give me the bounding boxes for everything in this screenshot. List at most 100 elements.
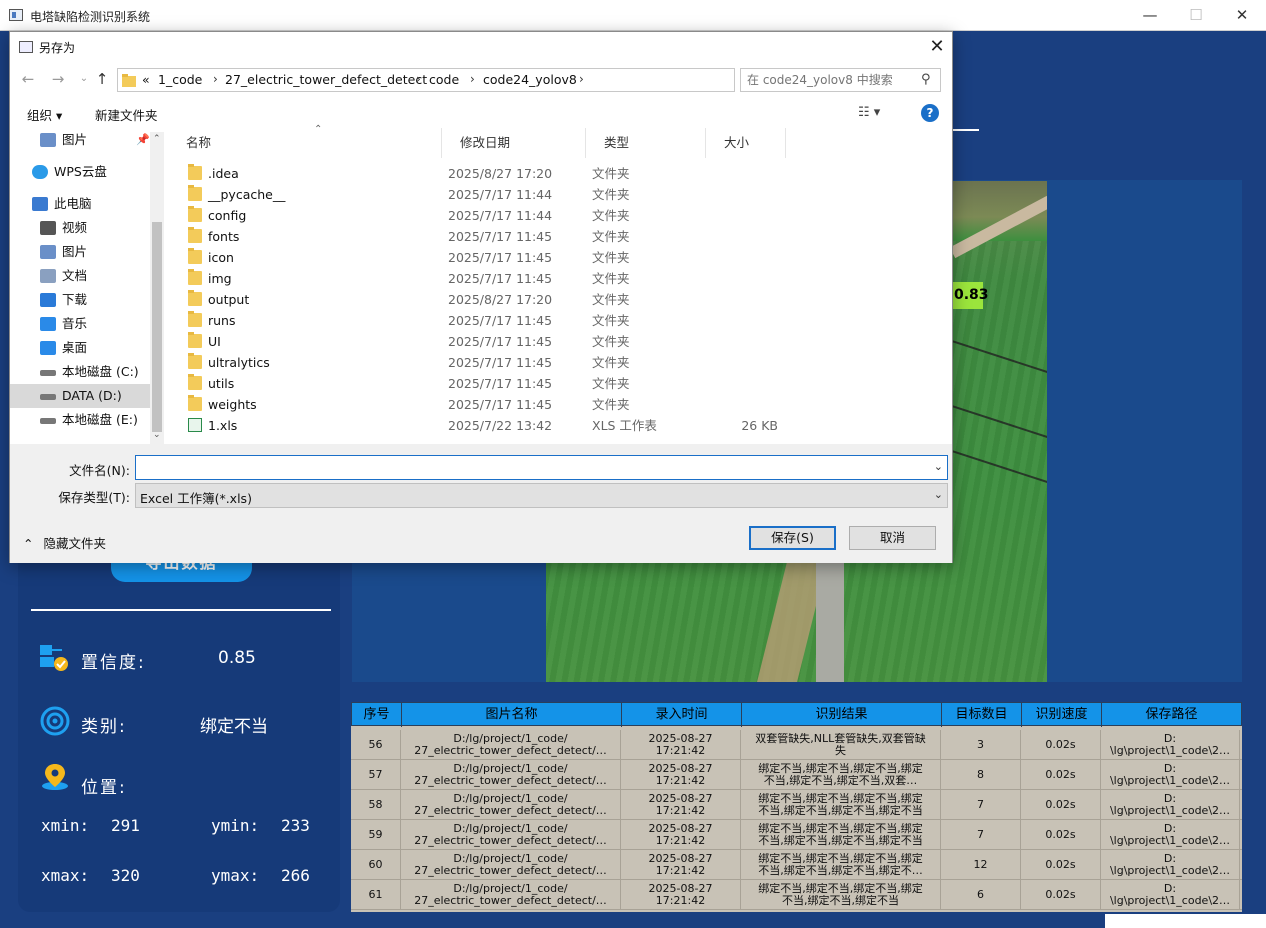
column-modified-date[interactable]: 修改日期 (442, 128, 586, 158)
table-row[interactable]: 60 D:/lg/project/1_code/27_electric_tower… (351, 850, 1242, 880)
file-list-item[interactable]: 1.xls 2025/7/22 13:42 XLS 工作表 26 KB (184, 415, 784, 436)
table-row[interactable]: 58 D:/lg/project/1_code/27_electric_tower… (351, 790, 1242, 820)
breadcrumb-1-code[interactable]: 1_code (158, 72, 202, 87)
cell-time-line: 17:21:42 (655, 865, 706, 877)
nav-item[interactable]: 图片 (10, 240, 150, 264)
cell-count: 7 (941, 790, 1021, 820)
scrollbar-thumb[interactable] (152, 222, 162, 432)
folder-icon (188, 374, 202, 390)
col-header-image-name[interactable]: 图片名称 (402, 703, 622, 727)
file-list-item[interactable]: .idea 2025/8/27 17:20 文件夹 (184, 163, 784, 184)
panel-divider (31, 609, 331, 611)
search-input[interactable] (747, 72, 917, 88)
search-box[interactable]: ⚲ (740, 68, 941, 92)
chevron-down-icon[interactable]: ⌄ (934, 460, 943, 473)
cell-count: 7 (941, 820, 1021, 850)
file-list-item[interactable]: runs 2025/7/17 11:45 文件夹 (184, 310, 784, 331)
cell-time: 2025-08-27 17:21:42 (621, 880, 741, 910)
view-options-icon[interactable]: ☷ ▾ (858, 105, 880, 120)
maximize-button[interactable]: ☐ (1182, 4, 1210, 26)
nav-item[interactable]: DATA (D:) (10, 384, 150, 408)
file-list-item[interactable]: __pycache__ 2025/7/17 11:44 文件夹 (184, 184, 784, 205)
folder-icon (188, 395, 202, 411)
file-list-item[interactable]: icon 2025/7/17 11:45 文件夹 (184, 247, 784, 268)
navigation-pane[interactable]: 图片 📌 WPS云盘此电脑 视频 图片 文档 下载 音乐 桌面 本地磁盘 (C:) DATA (D:… (10, 128, 164, 443)
close-button[interactable]: ✕ (1228, 4, 1256, 26)
results-table[interactable]: 序号 图片名称 录入时间 识别结果 目标数目 识别速度 保存路径 56 D:/lg… (351, 702, 1242, 912)
back-arrow-icon[interactable]: ← (18, 69, 38, 89)
cell-count: 12 (941, 850, 1021, 880)
recent-dropdown-icon[interactable]: ⌄ (74, 69, 94, 89)
breadcrumb-code[interactable]: code (429, 72, 459, 87)
scroll-up-icon[interactable]: ⌃ (153, 134, 161, 144)
breadcrumb-chevron-icon[interactable]: › (416, 72, 421, 86)
file-list-item[interactable]: weights 2025/7/17 11:45 文件夹 (184, 394, 784, 415)
save-button[interactable]: 保存(S) (749, 526, 836, 550)
nav-item[interactable]: 下载 (10, 288, 150, 312)
col-header-path[interactable]: 保存路径 (1102, 703, 1241, 727)
file-type: 文件夹 (592, 166, 630, 181)
hide-folders-toggle[interactable]: ⌃ 隐藏文件夹 (23, 533, 106, 552)
pin-icon[interactable]: 📌 (136, 128, 150, 152)
nav-item[interactable]: 图片 📌 (10, 128, 150, 152)
breadcrumb-overflow[interactable]: « (142, 72, 150, 87)
col-header-result[interactable]: 识别结果 (742, 703, 942, 727)
breadcrumb-code24-yolov8[interactable]: code24_yolov8 (483, 72, 577, 87)
nav-item[interactable]: 此电脑 (10, 192, 150, 216)
nav-item[interactable]: WPS云盘 (10, 160, 150, 184)
breadcrumb-project[interactable]: 27_electric_tower_defect_detect (225, 72, 427, 87)
cell-image-name-line: D:/lg/project/1_code/ (453, 733, 568, 745)
scroll-down-icon[interactable]: ⌄ (153, 430, 161, 440)
file-list-item[interactable]: config 2025/7/17 11:44 文件夹 (184, 205, 784, 226)
cell-image-name-line: 27_electric_tower_defect_detect/… (414, 775, 607, 787)
breadcrumb-chevron-icon[interactable]: › (470, 72, 475, 86)
column-name[interactable]: 名称 (168, 128, 442, 158)
dialog-close-button[interactable]: ✕ (924, 35, 950, 59)
table-row[interactable]: 57 D:/lg/project/1_code/27_electric_tower… (351, 760, 1242, 790)
file-list-item[interactable]: fonts 2025/7/17 11:45 文件夹 (184, 226, 784, 247)
forward-arrow-icon[interactable]: → (48, 69, 68, 89)
organize-button[interactable]: 组织 ▾ (27, 105, 62, 124)
file-list-item[interactable]: UI 2025/7/17 11:45 文件夹 (184, 331, 784, 352)
col-header-time[interactable]: 录入时间 (622, 703, 742, 727)
col-header-count[interactable]: 目标数目 (942, 703, 1022, 727)
minimize-button[interactable]: — (1136, 4, 1164, 26)
column-type[interactable]: 类型 (586, 128, 706, 158)
file-list-item[interactable]: img 2025/7/17 11:45 文件夹 (184, 268, 784, 289)
new-folder-button[interactable]: 新建文件夹 (95, 105, 158, 124)
search-icon[interactable]: ⚲ (921, 72, 931, 87)
file-list-item[interactable]: ultralytics 2025/7/17 11:45 文件夹 (184, 352, 784, 373)
filename-field[interactable]: ⌄ (135, 455, 948, 480)
col-header-speed[interactable]: 识别速度 (1022, 703, 1102, 727)
filename-input[interactable] (139, 459, 919, 477)
navigation-scrollbar[interactable]: ⌃ ⌄ (150, 132, 164, 445)
breadcrumb-chevron-icon[interactable]: › (213, 72, 218, 86)
filetype-select[interactable]: Excel 工作簿(*.xls) ⌄ (135, 483, 948, 508)
location-pin-icon (42, 764, 68, 790)
nav-item[interactable]: 音乐 (10, 312, 150, 336)
nav-item[interactable]: 桌面 (10, 336, 150, 360)
nav-item[interactable]: 本地磁盘 (E:) (10, 408, 150, 432)
file-list-item[interactable]: utils 2025/7/17 11:45 文件夹 (184, 373, 784, 394)
table-row[interactable]: 61 D:/lg/project/1_code/27_electric_tower… (351, 880, 1242, 910)
column-size[interactable]: 大小 (706, 128, 786, 158)
chevron-down-icon[interactable]: ⌄ (934, 488, 943, 501)
help-icon[interactable]: ? (921, 104, 939, 122)
file-list[interactable]: ⌃ 名称 修改日期 类型 大小 .idea 2025/8/27 17:20 文件夹 _… (168, 124, 952, 444)
breadcrumb-chevron-icon[interactable]: › (579, 72, 584, 86)
col-header-index[interactable]: 序号 (352, 703, 402, 727)
nav-item[interactable]: 文档 (10, 264, 150, 288)
nav-item[interactable]: 本地磁盘 (C:) (10, 360, 150, 384)
cell-count: 6 (941, 880, 1021, 910)
nav-item[interactable]: 视频 (10, 216, 150, 240)
cell-path: D: \lg\project\1_code\2… (1101, 820, 1240, 850)
cancel-button[interactable]: 取消 (849, 526, 936, 550)
table-row[interactable]: 56 D:/lg/project/1_code/27_electric_tower… (351, 730, 1242, 760)
file-list-item[interactable]: output 2025/8/27 17:20 文件夹 (184, 289, 784, 310)
file-date: 2025/7/17 11:45 (448, 271, 553, 286)
navigation-bar: ← → ⌄ ↑ « 1_code › 27_electric_tower_def… (10, 65, 952, 95)
table-row[interactable]: 59 D:/lg/project/1_code/27_electric_tower… (351, 820, 1242, 850)
address-bar[interactable]: « 1_code › 27_electric_tower_defect_dete… (117, 68, 833, 92)
up-arrow-icon[interactable]: ↑ (92, 69, 112, 89)
file-type: XLS 工作表 (592, 418, 657, 433)
